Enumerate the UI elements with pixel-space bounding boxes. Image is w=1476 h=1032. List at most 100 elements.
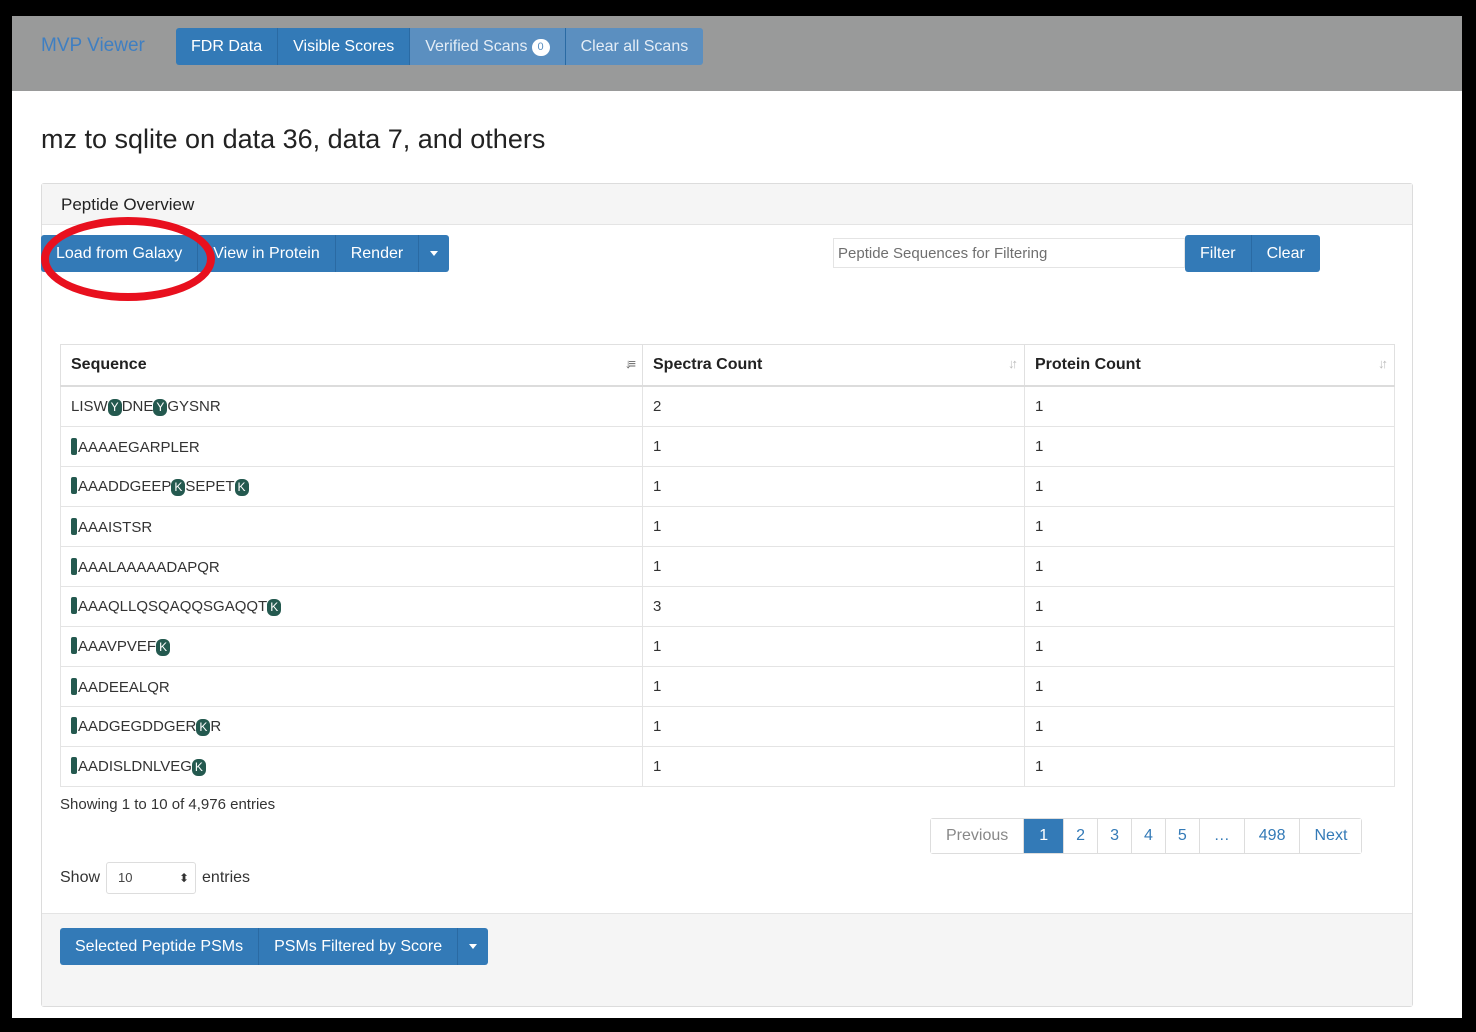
load-from-galaxy-button[interactable]: Load from Galaxy [41, 235, 199, 272]
clear-filter-button[interactable]: Clear [1251, 235, 1320, 272]
column-header-sequence[interactable]: Sequence ↓≡ [60, 344, 643, 387]
pagination: Previous 1 2 3 4 5 … 498 Next [930, 818, 1363, 854]
n-terminal-mod-marker [71, 717, 77, 734]
render-button[interactable]: Render [335, 235, 420, 272]
sequence-segment: GYSNR [167, 397, 221, 415]
brand-link[interactable]: MVP Viewer [41, 35, 145, 57]
verified-scans-count-badge: 0 [531, 39, 550, 56]
render-dropdown-toggle[interactable] [419, 235, 450, 272]
verified-scans-button[interactable]: Verified Scans 0 [410, 28, 566, 65]
modified-residue: K [267, 599, 282, 616]
page-length-value: 10 [118, 870, 133, 885]
next-page-button[interactable]: Next [1300, 819, 1362, 853]
app-window: MVP Viewer FDR Data Visible Scores Verif… [12, 16, 1462, 1018]
peptide-table: Sequence ↓≡ Spectra Count ↓↑ Protein Count… [60, 344, 1395, 787]
n-terminal-mod-marker [71, 757, 77, 774]
sequence-cell: AAAISTSR [60, 506, 643, 547]
panel-title: Peptide Overview [61, 195, 195, 214]
modified-residue: K [196, 719, 211, 736]
fdr-data-button[interactable]: FDR Data [176, 28, 279, 65]
protein-count-cell: 1 [1024, 506, 1395, 547]
page-ellipsis: … [1199, 819, 1245, 853]
psm-dropdown-toggle[interactable] [458, 928, 489, 965]
modified-residue: K [156, 639, 171, 656]
spectra-count-cell: 3 [642, 586, 1025, 627]
n-terminal-mod-marker [71, 477, 77, 494]
table-info: Showing 1 to 10 of 4,976 entries [60, 796, 276, 813]
page-length-control: Show 10 ⬍ entries [60, 862, 250, 894]
table-row[interactable]: AAADDGEEP K SEPET K 1 1 [60, 466, 1395, 507]
spectra-count-cell: 1 [642, 666, 1025, 707]
sequence-segment: AAAISTSR [78, 518, 153, 536]
sequence-cell: AAAVPVEF K [60, 626, 643, 667]
spectra-count-cell: 1 [642, 746, 1025, 787]
sequence-cell: LISW Y DNE Y GYSNR [60, 385, 643, 427]
column-header-protein-count[interactable]: Protein Count ↓↑ [1024, 344, 1395, 387]
column-header-spectra-count[interactable]: Spectra Count ↓↑ [642, 344, 1025, 387]
protein-count-cell: 1 [1024, 666, 1395, 707]
modified-residue: K [171, 479, 186, 496]
table-row[interactable]: AADEEALQR 1 1 [60, 666, 1395, 707]
table-row[interactable]: AAAQLLQSQAQQSGAQQT K 3 1 [60, 586, 1395, 627]
sort-icon: ↓↑ [1008, 356, 1018, 371]
clear-all-scans-button[interactable]: Clear all Scans [565, 28, 704, 65]
table-row[interactable]: AADISLDNLVEG K 1 1 [60, 746, 1395, 787]
sequence-cell: AAALAAAAADAPQR [60, 546, 643, 587]
view-in-protein-button[interactable]: View in Protein [198, 235, 336, 272]
filter-button[interactable]: Filter [1185, 235, 1252, 272]
sequence-segment: AAAVPVEF [78, 638, 157, 655]
sequence-segment: AAAAEGARPLER [78, 438, 200, 456]
spectra-count-cell: 1 [642, 466, 1025, 507]
spectra-count-cell: 1 [642, 706, 1025, 747]
sequence-segment: AADEEALQR [78, 678, 170, 696]
sort-ascending-icon: ↓≡ [624, 356, 636, 371]
page-button-1[interactable]: 1 [1024, 819, 1065, 853]
sequence-segment: AAAQLLQSQAQQSGAQQT [78, 598, 268, 615]
sequence-segment: DNE [121, 397, 154, 415]
sequence-segment: SEPET [185, 478, 235, 495]
table-row[interactable]: AAALAAAAADAPQR 1 1 [60, 546, 1395, 587]
column-header-label: Protein Count [1035, 356, 1141, 373]
protein-count-cell: 1 [1024, 626, 1395, 667]
visible-scores-button[interactable]: Visible Scores [278, 28, 411, 65]
spectra-count-cell: 2 [642, 385, 1025, 427]
protein-count-cell: 1 [1024, 586, 1395, 627]
sequence-segment: AAALAAAAADAPQR [78, 558, 220, 576]
page-button-2[interactable]: 2 [1064, 819, 1099, 853]
spectra-count-cell: 1 [642, 506, 1025, 547]
page-button-last[interactable]: 498 [1244, 819, 1301, 853]
previous-page-button[interactable]: Previous [931, 819, 1025, 853]
table-row[interactable]: LISW Y DNE Y GYSNR 2 1 [60, 385, 1395, 427]
table-row[interactable]: AAAISTSR 1 1 [60, 506, 1395, 547]
page-button-5[interactable]: 5 [1165, 819, 1200, 853]
page-length-select[interactable]: 10 ⬍ [106, 862, 197, 894]
n-terminal-mod-marker [71, 517, 77, 535]
protein-count-cell: 1 [1024, 385, 1395, 427]
show-label: Show [60, 869, 101, 886]
sequence-cell: AADISLDNLVEG K [60, 746, 643, 787]
n-terminal-mod-marker [71, 677, 77, 695]
spectra-count-cell: 1 [642, 426, 1025, 467]
table-header-row: Sequence ↓≡ Spectra Count ↓↑ Protein Count… [60, 344, 1395, 387]
sequence-cell: AAADDGEEP K SEPET K [60, 466, 643, 507]
protein-count-cell: 1 [1024, 746, 1395, 787]
peptide-filter-input[interactable] [833, 238, 1185, 268]
page-button-3[interactable]: 3 [1098, 819, 1132, 853]
panel-heading: Peptide Overview [42, 184, 1412, 225]
psms-filtered-by-score-button[interactable]: PSMs Filtered by Score [259, 928, 459, 965]
sequence-segment: R [210, 718, 222, 735]
table-row[interactable]: AAAVPVEF K 1 1 [60, 626, 1395, 667]
column-header-label: Spectra Count [653, 356, 763, 373]
modified-residue: K [191, 759, 206, 776]
verified-scans-label: Verified Scans [425, 38, 528, 55]
table-row[interactable]: AADGEGDDGER K R 1 1 [60, 706, 1395, 747]
protein-count-cell: 1 [1024, 426, 1395, 467]
protein-count-cell: 1 [1024, 706, 1395, 747]
spectra-count-cell: 1 [642, 546, 1025, 587]
page-button-4[interactable]: 4 [1131, 819, 1166, 853]
selected-peptide-psms-button[interactable]: Selected Peptide PSMs [60, 928, 260, 965]
sequence-segment: LISW [71, 397, 108, 415]
sequence-segment: AAADDGEEP [78, 478, 172, 495]
sequence-cell: AADEEALQR [60, 666, 643, 707]
table-row[interactable]: AAAAEGARPLER 1 1 [60, 426, 1395, 467]
